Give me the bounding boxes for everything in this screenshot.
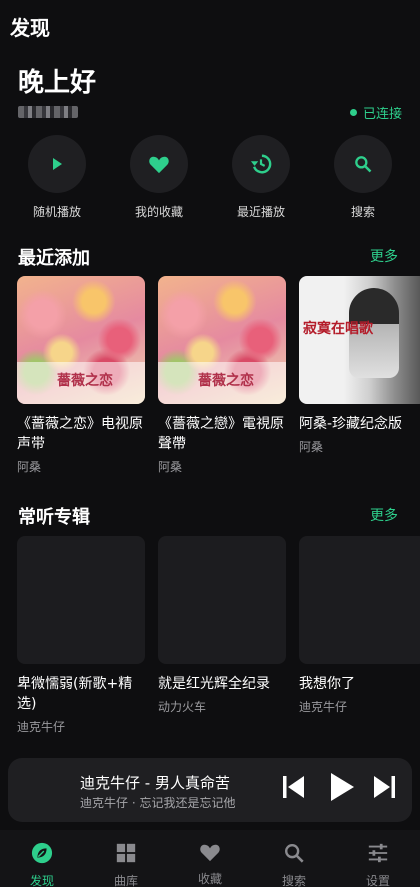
quick-action-label: 最近播放 xyxy=(236,205,285,219)
tab-favorites[interactable]: 收藏 xyxy=(180,842,240,887)
quick-action-label: 搜索 xyxy=(350,205,375,219)
username-blurred xyxy=(18,106,78,118)
tab-label: 收藏 xyxy=(197,872,222,886)
greeting-text: 晚上好 xyxy=(18,68,97,98)
album-artist: 迪克牛仔 xyxy=(17,720,66,734)
heart-icon xyxy=(149,156,169,174)
library-icon xyxy=(116,843,136,863)
now-playing-song: 迪克牛仔 - 男人真命苦 xyxy=(80,774,230,792)
discover-icon xyxy=(31,842,53,864)
search-icon xyxy=(355,156,372,173)
album-cover[interactable] xyxy=(299,536,420,664)
album-title: 《蔷薇之恋》电视原声带 xyxy=(17,416,143,452)
tab-library[interactable]: 曲库 xyxy=(96,842,156,887)
album-title: 阿桑-珍藏纪念版 xyxy=(299,416,403,432)
frequent-more-link[interactable]: 更多 xyxy=(370,505,398,525)
album-artist: 迪克牛仔 xyxy=(299,700,348,714)
album-title: 《薔薇之戀》電視原聲帶 xyxy=(158,416,284,452)
favorites-button[interactable]: 我的收藏 xyxy=(119,135,199,220)
quick-action-label: 我的收藏 xyxy=(134,205,183,219)
shuffle-play-circle[interactable] xyxy=(28,135,86,193)
recent-play-circle[interactable] xyxy=(232,135,290,193)
play-icon xyxy=(331,773,354,801)
cover-text: 薔薇之恋 xyxy=(57,373,113,389)
page-title: 发现 xyxy=(10,16,50,40)
album-card[interactable]: 就是红光辉全纪录 动力火车 xyxy=(158,536,288,715)
album-card[interactable]: 寂寞在唱歌 阿桑-珍藏纪念版 阿桑 xyxy=(299,276,420,455)
search-circle[interactable] xyxy=(334,135,392,193)
skip-previous-icon xyxy=(283,776,304,798)
recent-play-button[interactable]: 最近播放 xyxy=(221,135,301,220)
tab-label: 曲库 xyxy=(113,874,138,887)
quick-actions: 随机播放 我的收藏 最近播放 搜索 xyxy=(0,135,420,220)
album-title: 卑微懦弱(新歌+精选) xyxy=(17,676,133,712)
now-playing-bar[interactable]: 迪克牛仔 - 男人真命苦 迪克牛仔 · 忘记我还是忘记他 xyxy=(8,758,412,822)
now-playing-subtitle: 迪克牛仔 · 忘记我还是忘记他 xyxy=(80,796,236,810)
album-artist: 阿桑 xyxy=(299,440,324,454)
album-cover[interactable] xyxy=(158,536,286,664)
favorites-circle[interactable] xyxy=(130,135,188,193)
album-card[interactable]: 薔薇之恋 《蔷薇之恋》电视原声带 阿桑 xyxy=(17,276,147,475)
album-cover[interactable] xyxy=(17,536,145,664)
album-artist: 阿桑 xyxy=(158,460,183,474)
album-cover[interactable]: 薔薇之恋 xyxy=(158,276,286,404)
search-button[interactable]: 搜索 xyxy=(323,135,403,220)
settings-sliders-icon xyxy=(368,843,388,863)
album-title: 就是红光辉全纪录 xyxy=(158,676,270,692)
search-icon xyxy=(285,844,304,863)
shuffle-play-button[interactable]: 随机播放 xyxy=(17,135,97,220)
album-card[interactable]: 薔薇之恋 《薔薇之戀》電視原聲帶 阿桑 xyxy=(158,276,288,475)
tab-discover[interactable]: 发现 xyxy=(12,842,72,887)
heart-icon xyxy=(200,844,220,862)
tab-settings[interactable]: 设置 xyxy=(348,842,408,887)
cover-text: 薔薇之恋 xyxy=(198,373,254,389)
album-artist: 阿桑 xyxy=(17,460,42,474)
history-icon xyxy=(250,154,272,174)
album-cover[interactable]: 薔薇之恋 xyxy=(17,276,145,404)
album-cover[interactable]: 寂寞在唱歌 xyxy=(299,276,420,404)
tab-search[interactable]: 搜索 xyxy=(264,842,324,887)
play-icon xyxy=(53,158,62,170)
album-artist: 动力火车 xyxy=(158,700,207,714)
connection-status: 已连接 xyxy=(349,103,402,122)
previous-button[interactable] xyxy=(282,774,306,800)
next-button[interactable] xyxy=(372,774,396,800)
album-title: 我想你了 xyxy=(299,676,355,692)
play-button[interactable] xyxy=(329,772,355,802)
skip-next-icon xyxy=(374,776,395,798)
recent-section-title: 最近添加 xyxy=(18,248,90,269)
recent-more-link[interactable]: 更多 xyxy=(370,246,398,266)
tab-label: 设置 xyxy=(365,874,390,887)
tab-label: 搜索 xyxy=(281,874,306,887)
status-label: 已连接 xyxy=(362,107,402,122)
quick-action-label: 随机播放 xyxy=(32,205,81,219)
album-card[interactable]: 我想你了 迪克牛仔 xyxy=(299,536,420,715)
cover-text: 寂寞在唱歌 xyxy=(303,321,373,337)
album-card[interactable]: 卑微懦弱(新歌+精选) 迪克牛仔 xyxy=(17,536,147,735)
bottom-tab-bar: 发现 曲库 收藏 搜索 设置 xyxy=(0,830,420,887)
status-dot-icon xyxy=(349,109,357,116)
frequent-section-title: 常听专辑 xyxy=(18,507,90,528)
tab-label: 发现 xyxy=(29,874,54,887)
